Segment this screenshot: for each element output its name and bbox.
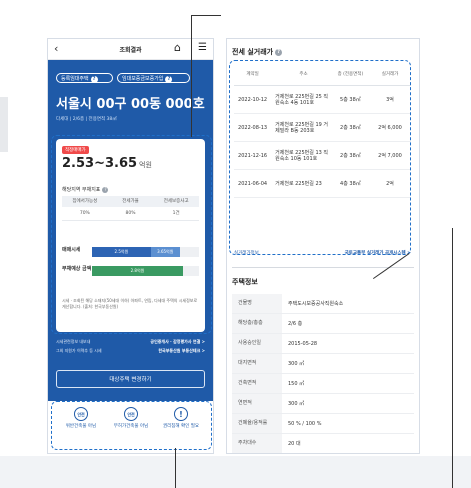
source-left: 그외 지원가 이력추 등 시세 [56, 348, 102, 353]
house-info-row: 건축면적 150 ㎡ [232, 374, 414, 394]
callout-price-box [51, 135, 212, 334]
help-icon[interactable]: ? [275, 48, 283, 56]
house-info-value: 2015-05-28 [288, 340, 318, 347]
callout-jeonse-box [229, 60, 411, 255]
house-info-value: 주택도시보증공사직원숙소 [288, 301, 344, 307]
source-link[interactable]: 한국부동산원 부동산테크 > [158, 348, 205, 354]
house-info-key: 건폐율/용적률 [232, 414, 282, 433]
chip-label: 등록임대주택 [61, 76, 89, 82]
jeonse-title: 전세 실거래가? [232, 47, 283, 57]
side-strip [0, 97, 8, 152]
callout-line [191, 15, 221, 16]
house-info-row: 사용승인일 2015-05-28 [232, 334, 414, 354]
house-info-row: 해당층/총층 2/6 층 [232, 314, 414, 334]
house-info-key: 건축면적 [232, 374, 282, 393]
change-property-button[interactable]: 대상주택 변경하기 [56, 370, 205, 388]
house-info-title: 주택정보 [232, 278, 258, 286]
house-info-key: 건물명 [232, 294, 282, 313]
house-info-row: 건폐율/용적률 50 % / 100 % [232, 414, 414, 434]
source-link[interactable]: 공인중개사 · 감정평가사 연결 > [150, 339, 205, 345]
source-row[interactable]: 시세관련정보 내보내 공인중개사 · 감정평가사 연결 > [56, 339, 205, 346]
page-bottom-band [0, 456, 471, 488]
callout-line [191, 15, 192, 137]
callout-line [452, 228, 453, 488]
callout-line [175, 448, 176, 488]
house-info-value: 20 대 [288, 441, 301, 447]
home-icon[interactable]: ⌂ [174, 41, 181, 54]
house-info-key: 주차대수 [232, 434, 282, 453]
house-info-row: 건물명 주택도시보증공사직원숙소 [232, 294, 414, 314]
house-info-key: 연면적 [232, 394, 282, 413]
house-info-key: 대지면적 [232, 354, 282, 373]
chip-registered-rental[interactable]: 등록임대주택? [56, 73, 113, 83]
house-info-value: 2/6 층 [288, 321, 303, 327]
callout-safety-box [51, 401, 212, 450]
house-info-table: 건물명 주택도시보증공사직원숙소해당층/총층 2/6 층사용승인일 2015-05-2… [232, 294, 414, 453]
house-info-key: 해당층/총층 [232, 314, 282, 333]
source-left: 시세관련정보 내보내 [56, 339, 91, 344]
house-info-value: 150 ㎡ [288, 381, 305, 387]
chip-deposit-guarantee[interactable]: 임대보증금보증가입? [117, 73, 190, 83]
jeonse-title-text: 전세 실거래가 [232, 48, 274, 56]
house-info-value: 300 ㎡ [288, 401, 305, 407]
chip-label: 임대보증금보증가입 [122, 76, 164, 82]
house-info-value: 300 ㎡ [288, 361, 305, 367]
house-info-key: 사용승인일 [232, 334, 282, 353]
property-address: 서울시 00구 00동 000호 [56, 97, 205, 112]
help-icon: ? [90, 76, 98, 83]
house-info-row: 연면적 300 ㎡ [232, 394, 414, 414]
house-info-value: 50 % / 100 % [288, 420, 322, 427]
house-info-row: 주차대수 20 대 [232, 434, 414, 453]
property-subinfo: 다세대 | 2/6층 | 전용면적 38㎡ [56, 117, 117, 122]
house-info-row: 대지면적 300 ㎡ [232, 354, 414, 374]
page-title: 조회결과 [119, 47, 142, 54]
help-icon: ? [165, 76, 173, 83]
top-bar: ‹ 조회결과 ⌂ ☰ [48, 39, 213, 60]
source-row[interactable]: 그외 지원가 이력추 등 시세 한국부동산원 부동산테크 > [56, 348, 205, 355]
menu-icon[interactable]: ☰ [198, 42, 207, 53]
